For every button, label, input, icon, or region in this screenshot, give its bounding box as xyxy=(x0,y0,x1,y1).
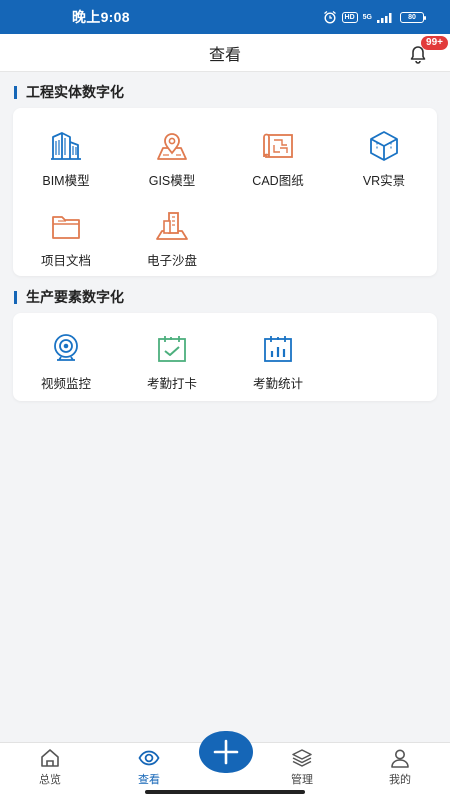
tile-label: 考勤统计 xyxy=(252,377,303,391)
section-title-text: 生产要素数字化 xyxy=(26,289,124,305)
tile-label: 项目文档 xyxy=(40,254,91,268)
nav-item-mine[interactable]: 我的 xyxy=(365,747,435,787)
section-title-text: 工程实体数字化 xyxy=(26,84,124,100)
top-header: 查看 99+ xyxy=(0,34,450,72)
tile-label: 考勤打卡 xyxy=(146,377,197,391)
notification-badge: 99+ xyxy=(421,36,448,50)
home-icon xyxy=(41,749,59,767)
stats-calendar-icon xyxy=(264,336,292,362)
status-bar: 晚上9:08 HD 5G 80 xyxy=(0,0,450,34)
status-icons: HD 5G 80 xyxy=(323,10,426,24)
checkin-calendar-icon xyxy=(158,336,186,362)
page-title: 查看 xyxy=(208,46,241,64)
tile-attendance-checkin[interactable]: 考勤打卡 xyxy=(119,325,225,399)
home-indicator xyxy=(145,790,305,794)
nav-label: 总览 xyxy=(39,774,61,786)
tile-cad-drawing[interactable]: CAD图纸 xyxy=(225,122,331,196)
signal-icon xyxy=(377,12,392,23)
tile-label: VR实景 xyxy=(362,174,406,188)
tile-gis-model[interactable]: GIS模型 xyxy=(119,122,225,196)
tile-bim-model[interactable]: BIM模型 xyxy=(13,122,119,196)
folder-icon xyxy=(52,216,80,239)
layers-icon xyxy=(292,749,312,767)
tile-vr-scene[interactable]: VR实景 xyxy=(331,122,437,196)
nav-item-view[interactable]: 查看 xyxy=(114,747,184,787)
tile-label: CAD图纸 xyxy=(252,174,304,188)
nav-label: 管理 xyxy=(291,774,313,786)
battery-icon: 80 xyxy=(400,11,426,23)
tile-label: 电子沙盘 xyxy=(146,254,197,268)
engineering-card: BIM模型 GIS模型 CAD图纸 VR实景 项目文档 电子沙盘 xyxy=(13,108,437,276)
nav-item-manage[interactable]: 管理 xyxy=(267,747,337,787)
camera-icon xyxy=(54,334,78,361)
section-marker xyxy=(14,85,17,99)
tile-label: GIS模型 xyxy=(148,174,196,188)
blueprint-icon xyxy=(263,133,293,158)
plus-icon xyxy=(213,739,239,765)
user-icon xyxy=(391,749,409,768)
section-marker xyxy=(14,290,17,304)
nav-label: 我的 xyxy=(389,774,411,786)
network-label: 5G xyxy=(362,13,372,21)
sandbox-icon xyxy=(156,212,188,240)
section-title-production: 生产要素数字化 xyxy=(14,287,124,307)
tile-attendance-stats[interactable]: 考勤统计 xyxy=(225,325,331,399)
hd-indicator: HD xyxy=(341,11,358,23)
production-card: 视频监控 考勤打卡 考勤统计 xyxy=(13,313,437,401)
status-time: 晚上9:08 xyxy=(72,9,130,25)
map-pin-icon xyxy=(157,133,187,160)
eye-icon xyxy=(138,750,160,766)
tile-project-docs[interactable]: 项目文档 xyxy=(13,202,119,276)
nav-item-overview[interactable]: 总览 xyxy=(15,747,85,787)
tile-video-monitor[interactable]: 视频监控 xyxy=(13,325,119,399)
building-icon xyxy=(51,132,81,160)
battery-level: 80 xyxy=(408,13,416,21)
alarm-icon xyxy=(323,10,336,24)
cube-icon xyxy=(370,131,398,161)
tile-electronic-sandbox[interactable]: 电子沙盘 xyxy=(119,202,225,276)
add-button[interactable] xyxy=(199,731,253,773)
section-title-engineering: 工程实体数字化 xyxy=(14,82,124,102)
nav-label: 查看 xyxy=(138,774,160,786)
tile-label: 视频监控 xyxy=(40,377,91,391)
tile-label: BIM模型 xyxy=(42,174,90,188)
